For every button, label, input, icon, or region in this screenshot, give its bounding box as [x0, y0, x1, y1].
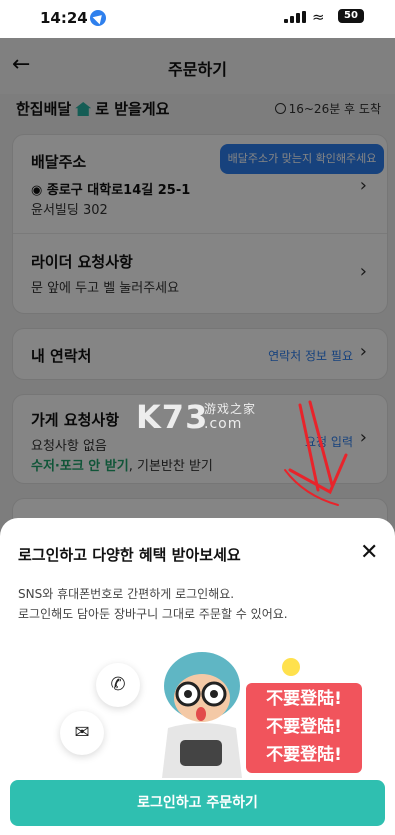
stamp-overlay: 不要登陆! 不要登陆! 不要登陆!	[246, 683, 362, 773]
login-order-button[interactable]: 로그인하고 주문하기	[10, 780, 385, 826]
sheet-description: SNS와 휴대폰번호로 간편하게 로그인해요. 로그인해도 담아둔 장바구니 그…	[18, 587, 288, 621]
close-icon[interactable]: ✕	[360, 540, 378, 565]
sparkle-icon	[282, 658, 300, 676]
phone-icon: ✆	[96, 663, 140, 707]
mail-icon: ✉	[60, 711, 104, 755]
login-sheet: 로그인하고 다양한 혜택 받아보세요 ✕ SNS와 휴대폰번호로 간편하게 로그…	[0, 518, 395, 835]
mascot-illustration	[162, 652, 242, 778]
sheet-title: 로그인하고 다양한 혜택 받아보세요	[18, 546, 241, 564]
